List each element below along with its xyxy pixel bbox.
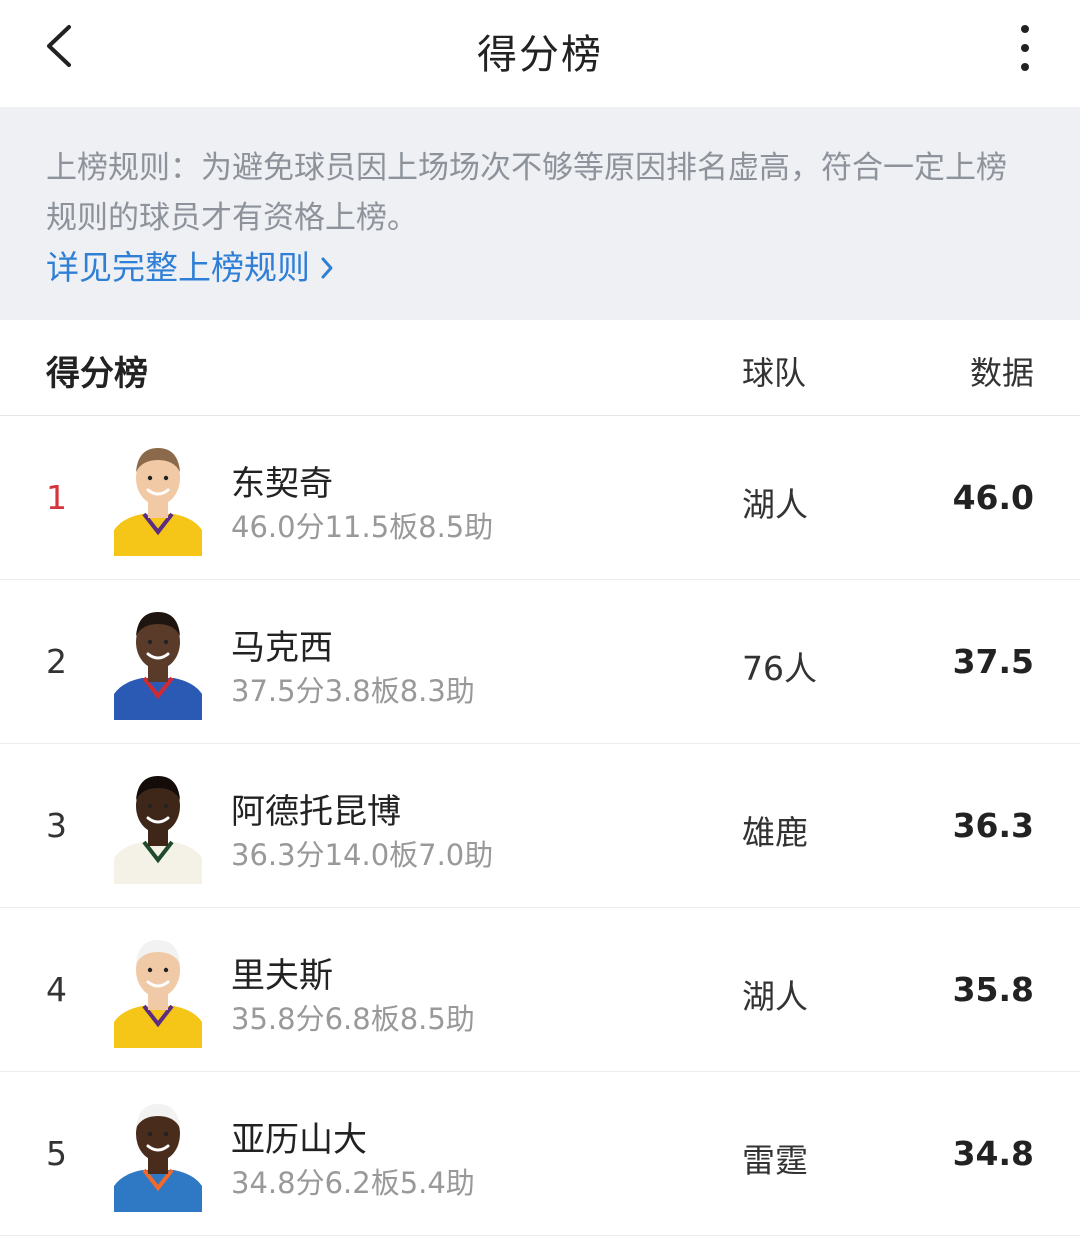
player-stat-line: 46.0分11.5板8.5助 [231,510,494,544]
player-row[interactable]: 2 马克西 37.5分3.8板8.3助 76人 37.5 [0,580,1080,744]
player-team: 雷霆 [742,1141,808,1180]
player-name: 里夫斯 [231,956,333,996]
table-header: 得分榜 球队 数据 [0,320,1080,416]
player-portrait [114,612,202,720]
more-button[interactable] [1000,18,1050,78]
rank-number: 2 [46,642,67,681]
player-stat-line: 37.5分3.8板8.3助 [231,674,475,708]
player-avatar [114,602,202,720]
rank-number: 4 [46,970,67,1009]
player-team: 76人 [742,649,817,688]
player-portrait [114,1104,202,1212]
player-stat-line: 34.8分6.2板5.4助 [231,1166,475,1200]
player-points: 46.0 [952,478,1034,517]
player-row[interactable]: 4 里夫斯 35.8分6.8板8.5助 湖人 35.8 [0,908,1080,1072]
player-avatar [114,766,202,884]
rank-number: 1 [46,478,67,517]
player-name: 阿德托昆博 [231,792,401,832]
player-list: 1 东契奇 46.0分11.5板8.5助 湖人 46.0 2 马克西 37.5分… [0,416,1080,1236]
player-points: 35.8 [952,970,1034,1009]
player-portrait [114,448,202,556]
full-rules-link[interactable]: 详见完整上榜规则 [46,243,334,293]
player-avatar [114,1094,202,1212]
top-bar: 得分榜 [0,0,1080,107]
full-rules-link-label: 详见完整上榜规则 [46,248,310,287]
player-stat-line: 36.3分14.0板7.0助 [231,838,494,872]
player-points: 34.8 [952,1134,1034,1173]
player-team: 湖人 [742,485,808,524]
player-stat-line: 35.8分6.8板8.5助 [231,1002,475,1036]
player-team: 湖人 [742,977,808,1016]
team-column-header: 球队 [742,354,807,392]
player-row[interactable]: 3 阿德托昆博 36.3分14.0板7.0助 雄鹿 36.3 [0,744,1080,908]
page-title: 得分榜 [477,32,603,78]
ranking-rules-notice: 上榜规则：为避免球员因上场场次不够等原因排名虚高，符合一定上榜规则的球员才有资格… [0,107,1080,320]
player-row[interactable]: 5 亚历山大 34.8分6.2板5.4助 雷霆 34.8 [0,1072,1080,1236]
player-name: 东契奇 [231,464,333,504]
ranking-rules-text: 上榜规则：为避免球员因上场场次不够等原因排名虚高，符合一定上榜规则的球员才有资格… [46,150,1007,236]
player-team: 雄鹿 [742,813,808,852]
player-avatar [114,438,202,556]
stat-column-header: 数据 [969,354,1034,392]
rank-number: 5 [46,1134,67,1173]
table-title: 得分榜 [46,354,148,394]
player-points: 37.5 [952,642,1034,681]
player-portrait [114,940,202,1048]
chevron-right-icon [320,256,334,280]
player-name: 亚历山大 [231,1120,367,1160]
player-row[interactable]: 1 东契奇 46.0分11.5板8.5助 湖人 46.0 [0,416,1080,580]
rank-number: 3 [46,806,67,845]
player-portrait [114,776,202,884]
player-avatar [114,930,202,1048]
player-points: 36.3 [952,806,1034,845]
more-vertical-icon [1021,25,1029,71]
player-name: 马克西 [231,628,333,668]
